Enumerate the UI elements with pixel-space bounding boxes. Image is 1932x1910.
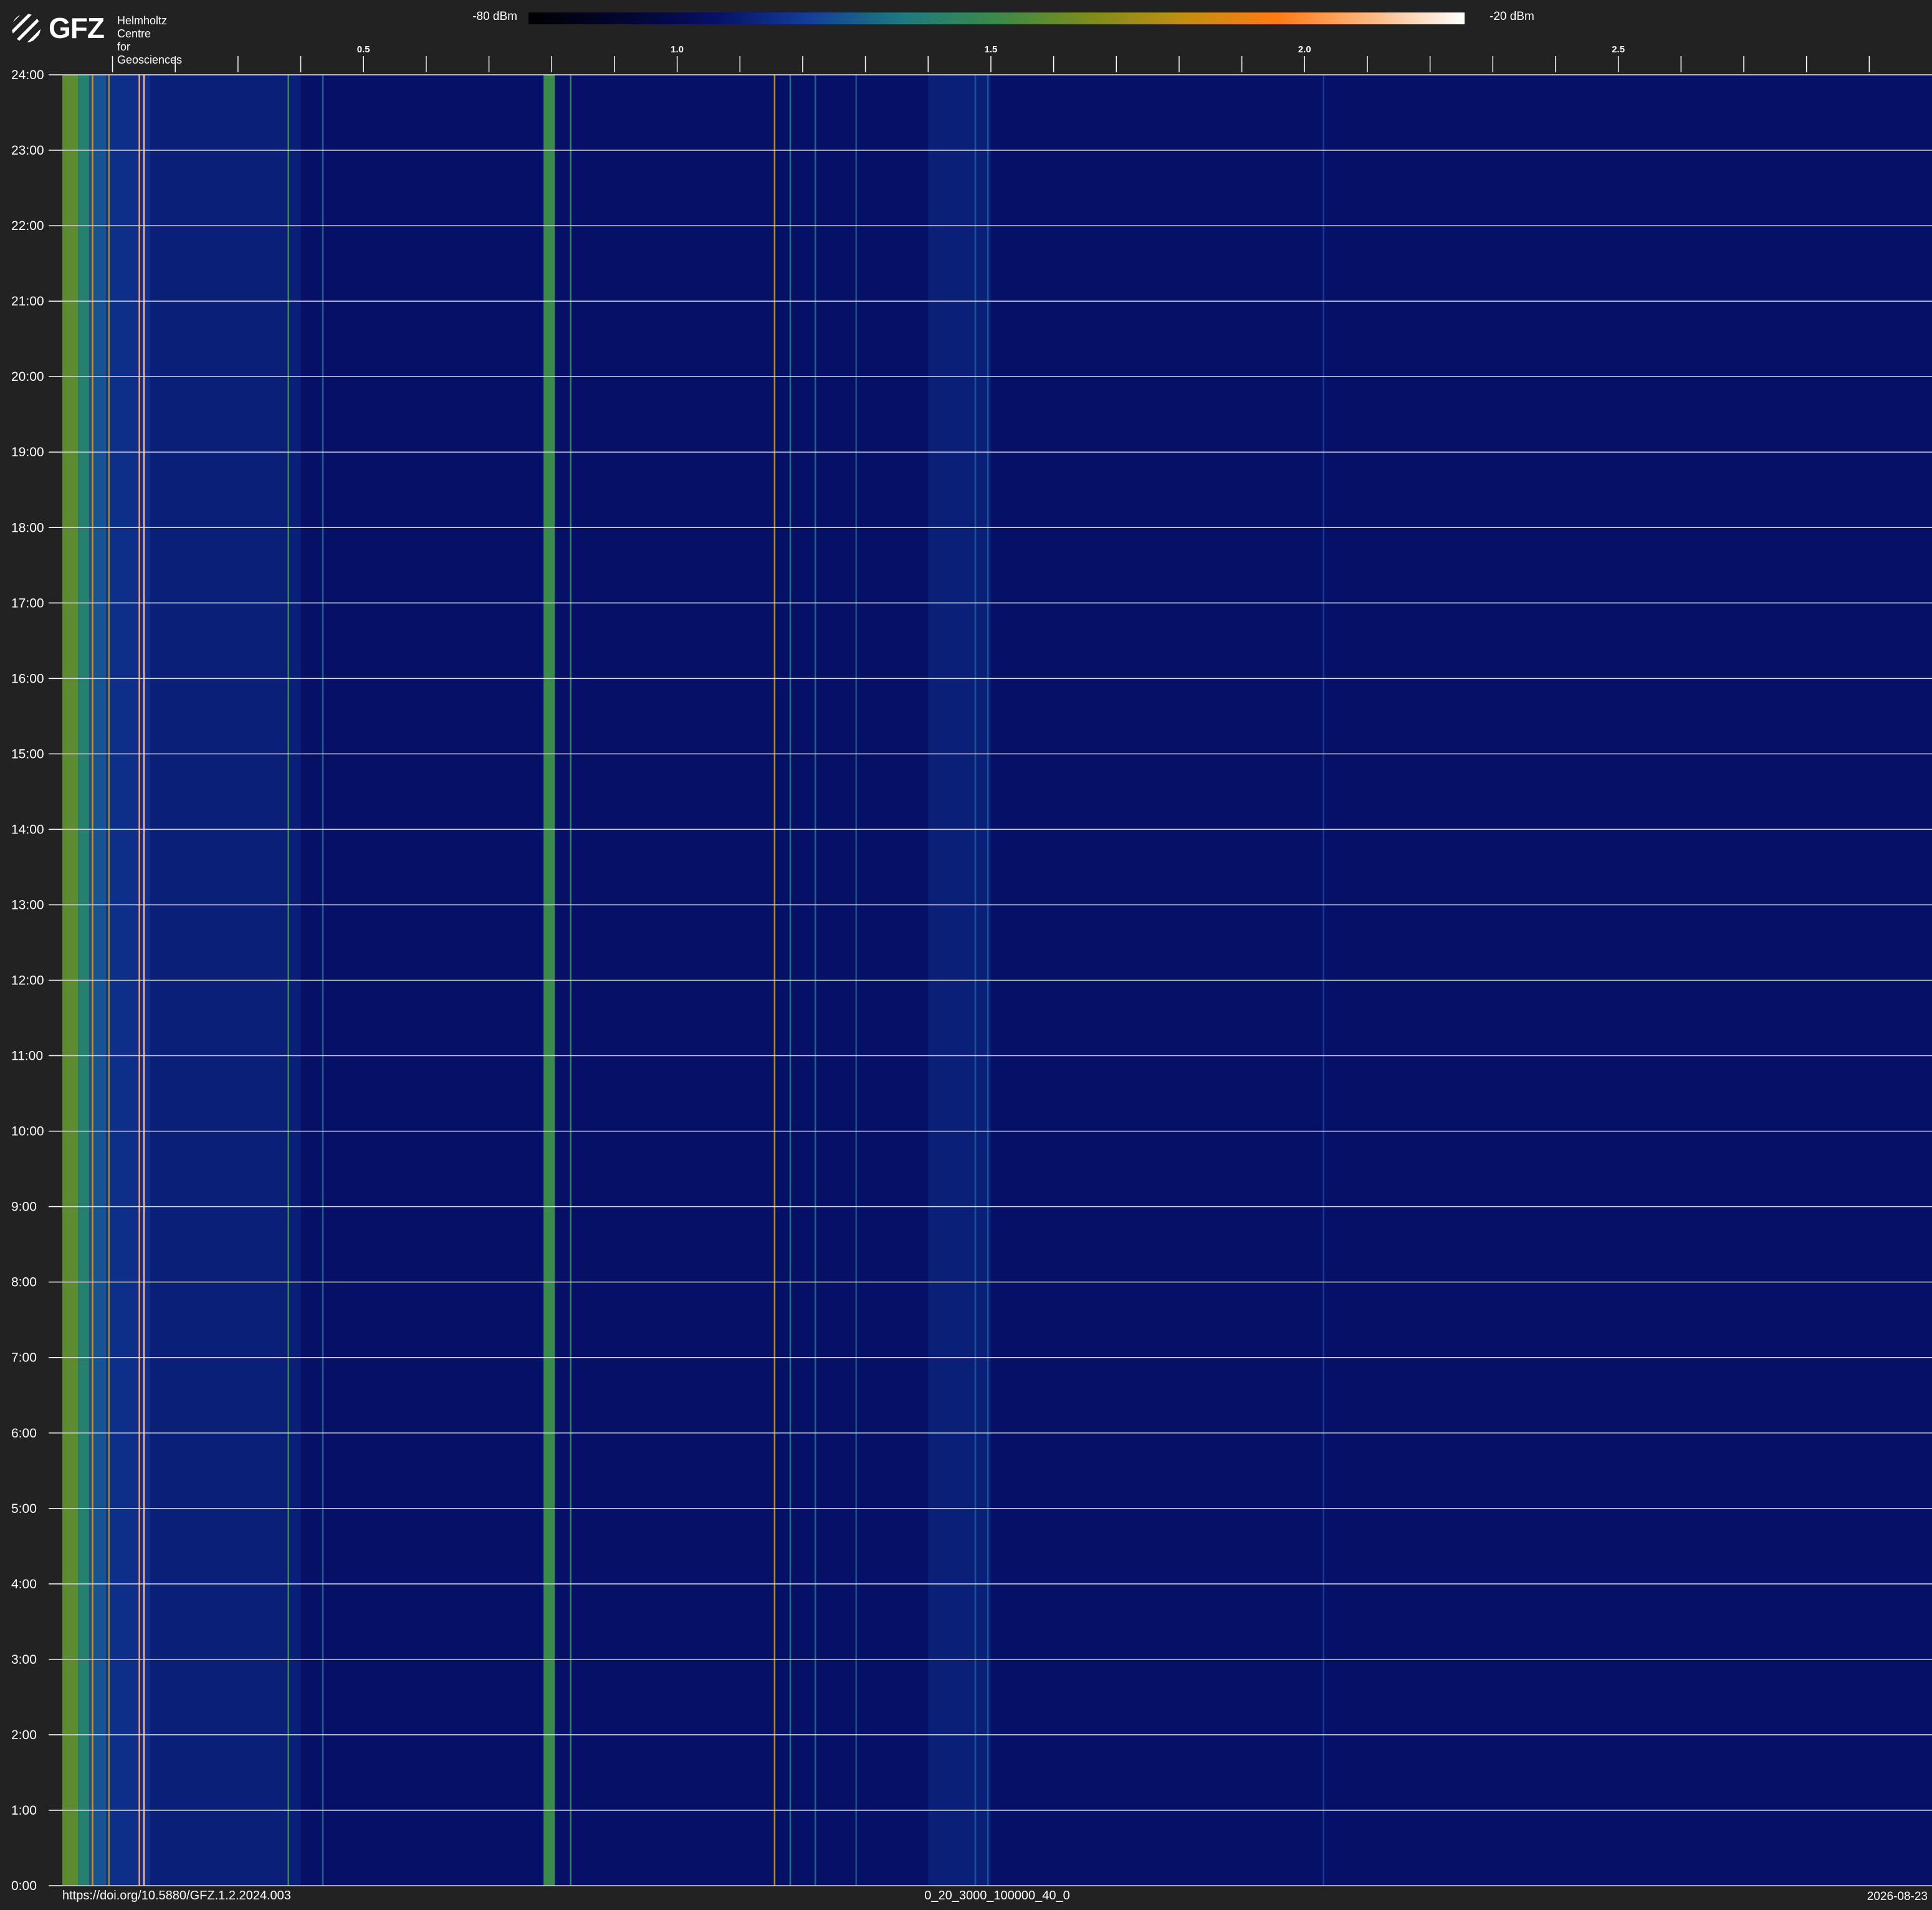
y-tick-label: 22:00 bbox=[11, 219, 44, 233]
y-tick-label: 3:00 bbox=[11, 1653, 37, 1667]
spectrogram-chart: 24:00 23:00 22:00 21:00 20:00 19:00 18:00 17:00… bbox=[11, 44, 1932, 1893]
y-tick-label: 15:00 bbox=[11, 747, 44, 761]
footer-dataset-id: 0_20_3000_100000_40_0 bbox=[924, 1889, 1070, 1903]
x-tick-label: 2.5 bbox=[1612, 44, 1625, 55]
y-tick-label: 20:00 bbox=[11, 370, 44, 384]
footer-doi-link[interactable]: https://doi.org/10.5880/GFZ.1.2.2024.003 bbox=[62, 1889, 291, 1903]
y-tick-label: 0:00 bbox=[11, 1879, 37, 1893]
y-tick-label: 4:00 bbox=[11, 1577, 37, 1591]
y-tick-label: 18:00 bbox=[11, 521, 44, 535]
y-tick-label: 6:00 bbox=[11, 1426, 37, 1441]
y-tick-label: 14:00 bbox=[11, 822, 44, 837]
x-tick-label: 2.0 bbox=[1298, 44, 1311, 55]
y-tick-label: 5:00 bbox=[11, 1502, 37, 1516]
y-tick-label: 17:00 bbox=[11, 596, 44, 610]
y-tick-label: 10:00 bbox=[11, 1125, 44, 1139]
y-tick-label: 13:00 bbox=[11, 898, 44, 912]
y-tick-label: 23:00 bbox=[11, 143, 44, 158]
y-tick-label: 9:00 bbox=[11, 1200, 37, 1214]
y-tick-label: 8:00 bbox=[11, 1275, 37, 1290]
y-tick-label: 11:00 bbox=[11, 1049, 43, 1063]
x-tick-label: 1.0 bbox=[671, 44, 684, 55]
y-tick-label: 24:00 bbox=[11, 68, 44, 82]
y-tick-label: 21:00 bbox=[11, 294, 44, 309]
y-tick-label: 2:00 bbox=[11, 1728, 37, 1742]
x-tick-label: 0.5 bbox=[357, 44, 370, 55]
footer-date: 2026-08-23 bbox=[1867, 1890, 1928, 1903]
y-tick-label: 1:00 bbox=[11, 1803, 37, 1818]
x-tick-label: 1.5 bbox=[985, 44, 998, 55]
y-tick-label: 12:00 bbox=[11, 974, 44, 988]
y-tick-label: 7:00 bbox=[11, 1351, 37, 1365]
y-tick-label: 16:00 bbox=[11, 671, 44, 686]
y-tick-label: 19:00 bbox=[11, 445, 44, 459]
